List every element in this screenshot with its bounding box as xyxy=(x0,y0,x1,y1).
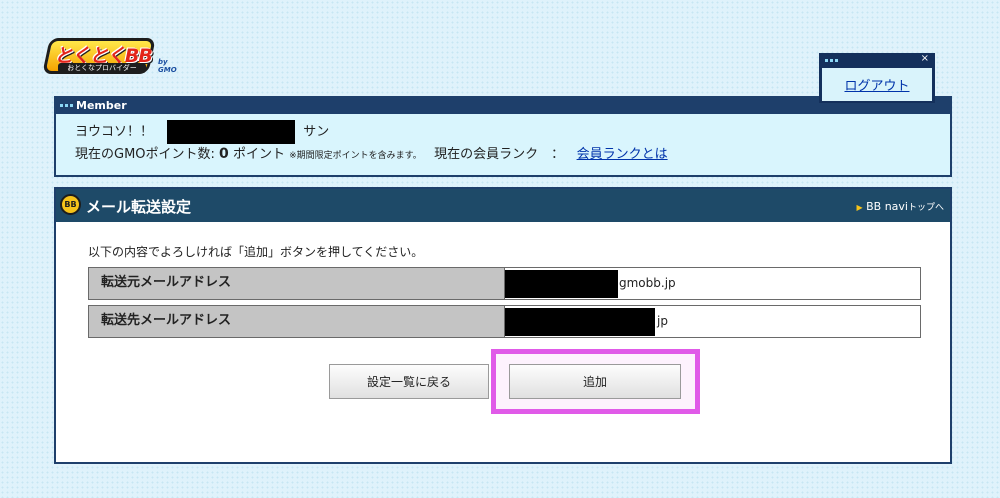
member-header: Member xyxy=(56,98,950,114)
logout-link[interactable]: ログアウト xyxy=(844,79,909,94)
bb-icon: BB xyxy=(60,194,81,215)
dest-address-label: 転送先メールアドレス xyxy=(89,306,505,337)
greeting-text: ヨウコソ！！ xyxy=(75,124,154,140)
logo-gmo: by GMO xyxy=(158,58,177,74)
dest-address-domain: jp xyxy=(657,314,668,328)
points-label: 現在のGMOポイント数: xyxy=(75,147,215,162)
rank-link[interactable]: 会員ランクとは xyxy=(577,147,668,162)
redacted-address xyxy=(505,270,618,298)
source-address-domain: gmobb.jp xyxy=(619,276,676,290)
dest-address-value: jp xyxy=(505,306,920,337)
source-address-label: 転送元メールアドレス xyxy=(89,268,505,299)
arrow-right-icon: ▶ xyxy=(856,203,863,212)
dots-icon xyxy=(825,59,838,62)
logout-panel: ログアウト xyxy=(822,68,932,101)
source-address-value: gmobb.jp xyxy=(505,268,920,299)
logo[interactable]: とくとくBB おとくなプロバイダー by GMO xyxy=(42,38,186,78)
redacted-address xyxy=(505,308,655,336)
greeting-line: ヨウコソ！！ サン xyxy=(75,120,950,144)
table-row: 転送元メールアドレス gmobb.jp xyxy=(88,267,921,300)
page-title: メール転送設定 xyxy=(86,198,192,216)
bbnavi-link-suffix: トップへ xyxy=(907,203,944,213)
member-panel: Member ヨウコソ！！ サン 現在のGMOポイント数: 0 ポイント ※期間… xyxy=(54,96,952,177)
points-value: 0 xyxy=(219,146,229,162)
logo-tagline: おとくなプロバイダー xyxy=(58,63,146,73)
logout-titlebar: × xyxy=(822,53,932,66)
add-button[interactable]: 追加 xyxy=(509,364,681,399)
member-header-label: Member xyxy=(76,99,127,112)
close-icon[interactable]: × xyxy=(921,53,929,64)
back-to-list-button[interactable]: 設定一覧に戻る xyxy=(329,364,489,399)
logout-box: × ログアウト xyxy=(819,53,935,103)
redacted-name xyxy=(167,120,296,144)
instruction-text: 以下の内容でよろしければ「追加」ボタンを押してください。 xyxy=(88,245,424,259)
points-line: 現在のGMOポイント数: 0 ポイント ※期間限定ポイントを含みます。 現在の会… xyxy=(75,144,950,167)
member-body: ヨウコソ！！ サン 現在のGMOポイント数: 0 ポイント ※期間限定ポイントを… xyxy=(56,114,950,167)
bbnavi-link-label: BB navi xyxy=(866,200,908,213)
dots-icon xyxy=(60,104,73,107)
points-note: ※期間限定ポイントを含みます。 xyxy=(289,151,422,161)
points-unit: ポイント xyxy=(232,147,285,162)
greeting-suffix: サン xyxy=(303,124,330,140)
main-header: BB メール転送設定 ▶ BB naviトップへ xyxy=(56,189,950,222)
bbnavi-top-link[interactable]: ▶ BB naviトップへ xyxy=(856,200,944,213)
mail-forward-panel: BB メール転送設定 ▶ BB naviトップへ 以下の内容でよろしければ「追加… xyxy=(54,187,952,464)
rank-label: 現在の会員ランク ： xyxy=(434,147,565,162)
table-row: 転送先メールアドレス jp xyxy=(88,305,921,338)
